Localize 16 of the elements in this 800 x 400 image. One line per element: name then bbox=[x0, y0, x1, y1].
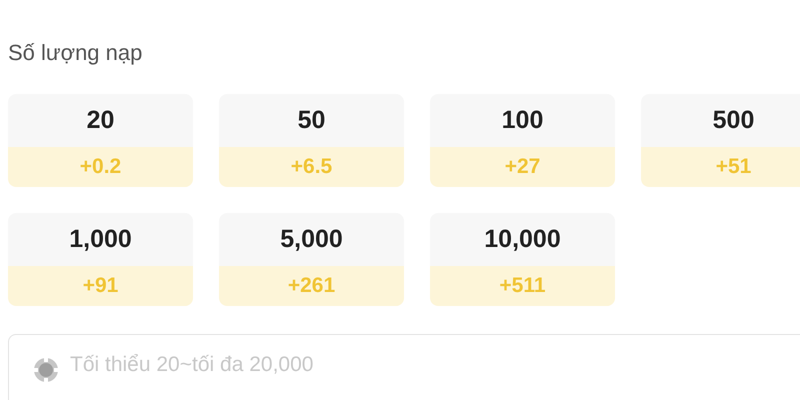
bonus-amount: +51 bbox=[641, 147, 800, 187]
bonus-amount: +261 bbox=[219, 266, 404, 306]
amount-option[interactable]: 500 +51 bbox=[641, 94, 800, 187]
amount-option[interactable]: 5,000 +261 bbox=[219, 213, 404, 306]
amount-option[interactable]: 1,000 +91 bbox=[8, 213, 193, 306]
amount-option[interactable]: 50 +6.5 bbox=[219, 94, 404, 187]
bonus-amount: +6.5 bbox=[219, 147, 404, 187]
amount-option[interactable]: 20 +0.2 bbox=[8, 94, 193, 187]
amount-option[interactable]: 100 +27 bbox=[430, 94, 615, 187]
poker-chip-icon bbox=[33, 357, 59, 383]
bonus-amount: +27 bbox=[430, 147, 615, 187]
bonus-amount: +511 bbox=[430, 266, 615, 306]
amount-option[interactable]: 10,000 +511 bbox=[430, 213, 615, 306]
bonus-amount: +91 bbox=[8, 266, 193, 306]
bonus-amount: +0.2 bbox=[8, 147, 193, 187]
section-label: Số lượng nạp bbox=[8, 40, 142, 67]
